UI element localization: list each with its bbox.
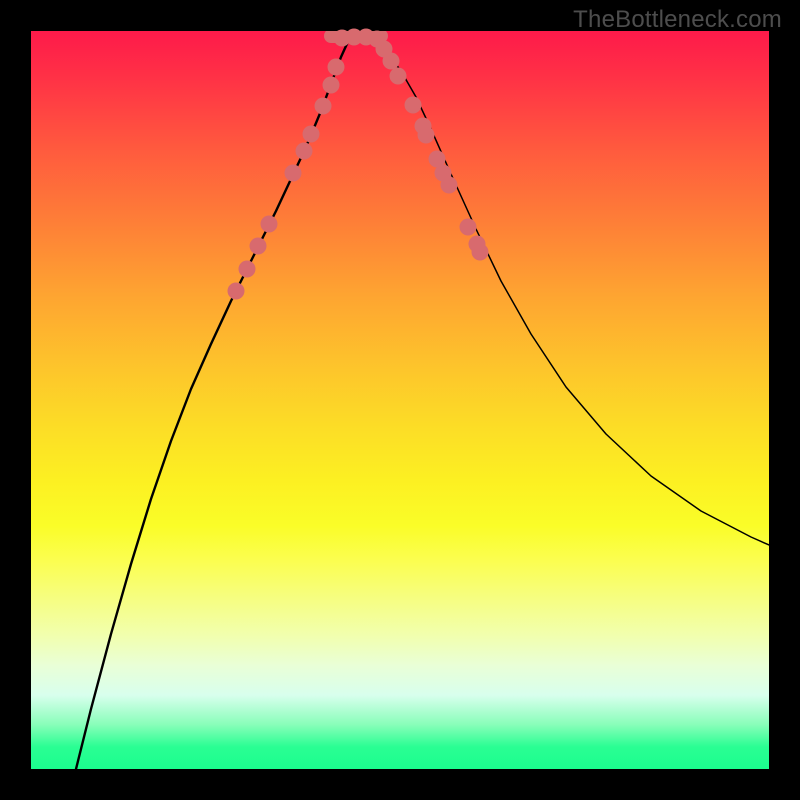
left-curve: [76, 35, 351, 769]
curve-layer: [31, 31, 769, 769]
right-curve: [351, 35, 769, 545]
chart-frame: TheBottleneck.com: [0, 0, 800, 800]
watermark-text: TheBottleneck.com: [573, 6, 782, 34]
plot-area: [31, 31, 769, 769]
